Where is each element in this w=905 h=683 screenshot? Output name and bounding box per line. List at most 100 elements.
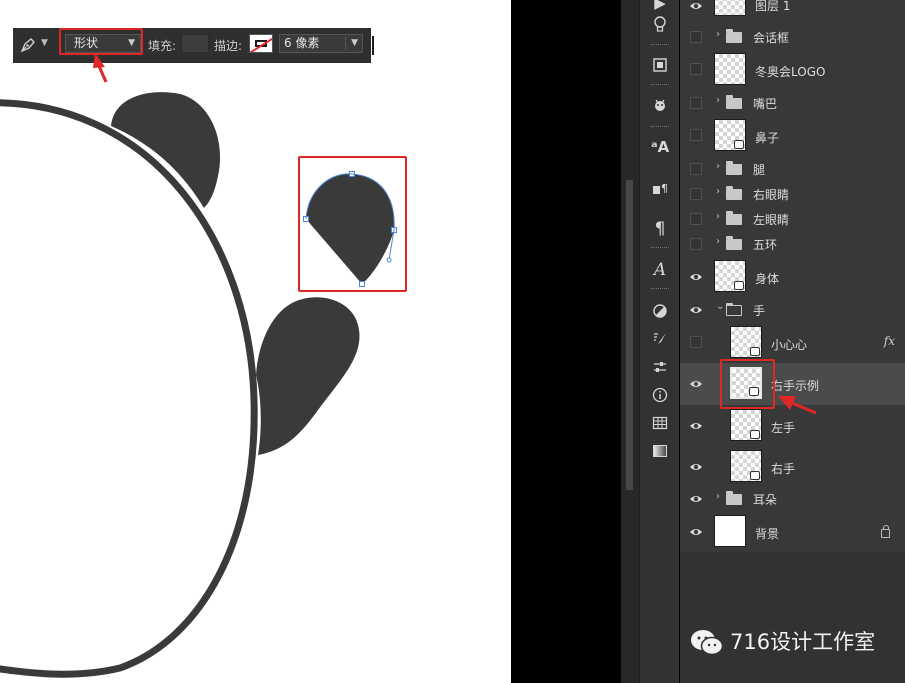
scrollbar-thumb[interactable]	[626, 180, 633, 490]
layers-panel: 图层 1 › 会话框 冬奥会LOGO › 嘴巴 鼻子 › 腿 › 右眼睛 › 左…	[680, 0, 905, 552]
brush-settings-icon[interactable]	[640, 328, 680, 350]
layer-thumbnail	[714, 515, 746, 547]
character-style-icon[interactable]: ᵃA	[640, 136, 680, 158]
eye-icon[interactable]	[689, 492, 703, 506]
layer-thumbnail	[730, 450, 762, 482]
visibility-toggle[interactable]	[690, 213, 702, 225]
expand-arrow-icon[interactable]: ›	[716, 29, 720, 40]
lock-icon[interactable]	[881, 525, 890, 538]
visibility-toggle[interactable]	[690, 238, 702, 250]
panda-arm	[256, 297, 360, 455]
panda-artwork	[0, 92, 397, 678]
layer-name: 背景	[755, 527, 780, 541]
play-icon[interactable]: ▶	[640, 0, 680, 14]
layer-row[interactable]: 小心心 fx	[680, 323, 905, 362]
layer-group-row[interactable]: › 左眼睛	[680, 206, 905, 231]
table-icon[interactable]	[640, 412, 680, 434]
expand-arrow-icon[interactable]: ›	[716, 211, 720, 222]
puppet-icon[interactable]	[640, 94, 680, 116]
options-divider	[372, 36, 374, 55]
collapse-arrow-icon[interactable]: ⌄	[716, 301, 724, 312]
shape-layer-badge-icon	[734, 140, 744, 149]
stroke-color-swatch[interactable]	[249, 34, 273, 53]
layer-row[interactable]: 右手	[680, 447, 905, 486]
eye-icon[interactable]	[689, 419, 703, 433]
layer-name: 手	[753, 304, 766, 318]
folder-icon	[726, 95, 742, 109]
red-arrow-icon	[778, 396, 817, 415]
properties-icon[interactable]	[640, 356, 680, 378]
layer-row[interactable]: 鼻子	[680, 117, 905, 154]
document-canvas[interactable]: ▼ 形状 ▼ 填充: 描边: 6 像素 ▼	[0, 0, 511, 683]
expand-arrow-icon[interactable]: ›	[716, 95, 720, 106]
visibility-toggle[interactable]	[690, 31, 702, 43]
layer-group-row[interactable]: › 腿	[680, 156, 905, 181]
folder-icon	[726, 236, 742, 250]
glyphs-icon[interactable]: A	[640, 259, 680, 281]
visibility-toggle[interactable]	[690, 336, 702, 348]
folder-icon	[726, 211, 742, 225]
layer-effects-fx-icon[interactable]: fx	[884, 334, 895, 348]
layer-row[interactable]: 冬奥会LOGO	[680, 51, 905, 88]
eye-icon[interactable]	[689, 377, 703, 391]
layer-name: 图层 1	[755, 0, 791, 13]
folder-icon	[726, 186, 742, 200]
layer-name: 鼻子	[755, 131, 780, 145]
watermark: 716设计工作室	[690, 626, 875, 658]
layer-group-row[interactable]: › 右眼睛	[680, 181, 905, 206]
paragraph-style-icon[interactable]: ¶	[640, 177, 680, 199]
expand-arrow-icon[interactable]: ›	[716, 491, 720, 502]
layer-group-row[interactable]: ⌄ 手	[680, 297, 905, 322]
highlight-shape-box	[298, 156, 407, 292]
adjustments-icon[interactable]	[640, 300, 680, 322]
chevron-down-icon: ▼	[351, 38, 358, 48]
layer-name: 五环	[753, 238, 778, 252]
fill-color-swatch[interactable]	[181, 34, 209, 53]
folder-open-icon	[725, 303, 742, 316]
layer-group-row[interactable]: › 嘴巴	[680, 90, 905, 115]
layer-row[interactable]: 图层 1	[680, 0, 905, 22]
layer-name: 耳朵	[753, 493, 778, 507]
eye-icon[interactable]	[689, 303, 703, 317]
stroke-width-field[interactable]: 6 像素 ▼	[279, 34, 363, 53]
layer-group-row[interactable]: › 五环	[680, 231, 905, 256]
layer-group-row[interactable]: › 耳朵	[680, 487, 905, 512]
layer-row[interactable]: 身体	[680, 258, 905, 295]
folder-icon	[726, 29, 742, 43]
expand-arrow-icon[interactable]: ›	[716, 161, 720, 172]
expand-arrow-icon[interactable]: ›	[716, 236, 720, 247]
stroke-width-value: 6 像素	[284, 36, 320, 50]
eye-icon[interactable]	[689, 0, 703, 13]
eye-icon[interactable]	[689, 270, 703, 284]
layer-name: 左眼睛	[753, 213, 790, 227]
panel-icon-column: ▶ ᵃA ¶ ¶ A	[639, 0, 679, 683]
layer-name: 小心心	[771, 338, 808, 352]
shape-layer-badge-icon	[750, 471, 760, 480]
eye-icon[interactable]	[689, 460, 703, 474]
eye-icon[interactable]	[689, 525, 703, 539]
visibility-toggle[interactable]	[690, 163, 702, 175]
gradient-icon[interactable]	[640, 440, 680, 462]
paragraph-icon[interactable]: ¶	[640, 218, 680, 240]
shape-layer-badge-icon	[750, 347, 760, 356]
lightbulb-icon[interactable]	[640, 13, 680, 35]
visibility-toggle[interactable]	[690, 188, 702, 200]
visibility-toggle[interactable]	[690, 129, 702, 141]
expand-arrow-icon[interactable]: ›	[716, 186, 720, 197]
wechat-icon	[691, 630, 724, 656]
panda-body	[0, 99, 258, 678]
layer-name: 右手	[771, 462, 796, 476]
layer-name: 嘴巴	[753, 97, 778, 111]
layer-row-background[interactable]: 背景	[680, 513, 905, 551]
layer-group-row[interactable]: › 会话框	[680, 24, 905, 49]
layer-thumbnail	[730, 326, 762, 358]
info-icon[interactable]	[640, 384, 680, 406]
3d-cube-icon[interactable]	[640, 54, 680, 76]
tool-preset-caret-icon[interactable]: ▼	[41, 38, 48, 48]
layer-thumbnail	[714, 0, 746, 16]
layer-name: 左手	[771, 421, 796, 435]
visibility-toggle[interactable]	[690, 63, 702, 75]
visibility-toggle[interactable]	[690, 97, 702, 109]
folder-icon	[726, 491, 742, 505]
pen-tool-icon[interactable]	[19, 36, 37, 54]
